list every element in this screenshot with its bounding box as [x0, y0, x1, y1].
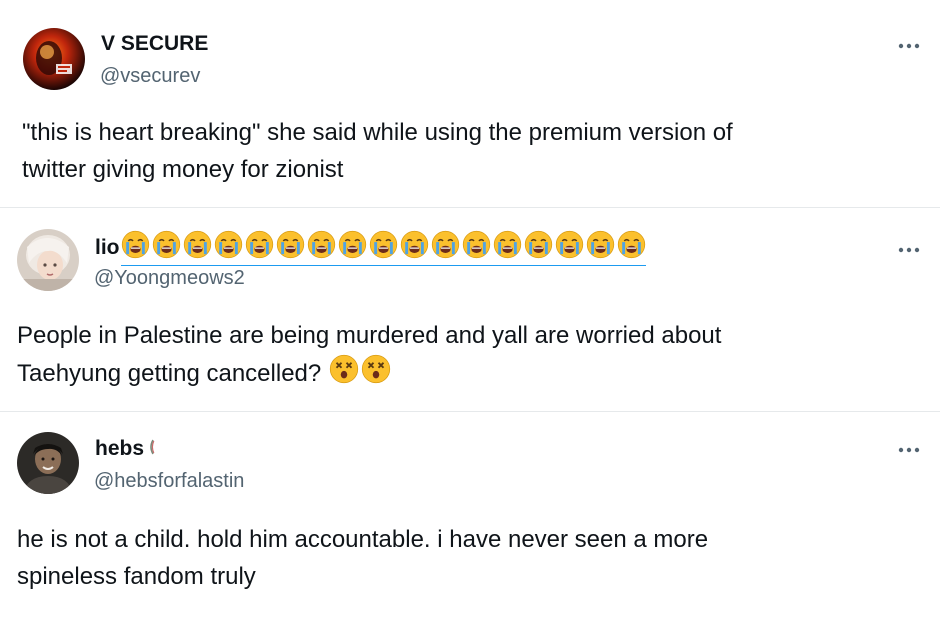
loudly-crying-face-icon — [555, 230, 584, 264]
loudly-crying-face-icon — [214, 230, 243, 264]
display-name[interactable]: V SECURE — [101, 31, 208, 57]
user-handle[interactable]: @vsecurev — [100, 64, 200, 88]
more-options-icon[interactable] — [896, 39, 922, 53]
display-name[interactable]: hebs — [95, 436, 144, 462]
more-options-icon[interactable] — [896, 443, 922, 457]
more-options-icon[interactable] — [896, 243, 922, 257]
loudly-crying-face-icon — [617, 230, 646, 264]
loudly-crying-face-icon — [431, 230, 460, 264]
tweet-text-line: "this is heart breaking" she said while … — [22, 119, 733, 146]
avatar[interactable] — [17, 432, 79, 494]
loudly-crying-face-icon — [121, 230, 150, 264]
loudly-crying-face-icon — [524, 230, 553, 264]
watermelon-slice-icon — [149, 439, 155, 460]
avatar[interactable] — [23, 28, 85, 90]
tweet-text: People in Palestine are being murdered a… — [17, 317, 897, 395]
avatar[interactable] — [17, 229, 79, 291]
tweet-text: "this is heart breaking" she said while … — [22, 114, 902, 188]
tweet-text-line: People in Palestine are being murdered a… — [17, 322, 722, 349]
profile-image — [17, 432, 79, 494]
loudly-crying-face-icon — [338, 230, 367, 264]
name-emoji-row — [120, 230, 646, 266]
user-handle[interactable]: @Yoongmeows2 — [94, 266, 245, 290]
loudly-crying-face-icon — [400, 230, 429, 264]
display-name-row[interactable]: lio — [95, 230, 646, 266]
tweet-2[interactable]: lio @Yoongmeows2 People in Palestine are… — [0, 208, 940, 411]
loudly-crying-face-icon — [462, 230, 491, 264]
profile-image — [17, 229, 79, 291]
tweet-text-line: Taehyung getting cancelled? — [17, 359, 322, 387]
trailing-emoji-row — [329, 354, 391, 395]
loudly-crying-face-icon — [586, 230, 615, 264]
loudly-crying-face-icon — [183, 230, 212, 264]
display-name[interactable]: lio — [95, 235, 120, 261]
loudly-crying-face-icon — [493, 230, 522, 264]
loudly-crying-face-icon — [369, 230, 398, 264]
tweet-text-line-with-emoji: Taehyung getting cancelled? — [17, 354, 897, 395]
tweet-text: he is not a child. hold him accountable.… — [17, 521, 897, 595]
tweet-text-line: twitter giving money for zionist — [22, 156, 344, 183]
loudly-crying-face-icon — [276, 230, 305, 264]
loudly-crying-face-icon — [245, 230, 274, 264]
tweet-3[interactable]: hebs @hebsforfalastin he is not a child.… — [0, 412, 940, 627]
profile-image — [23, 28, 85, 90]
tweet-1[interactable]: V SECURE @vsecurev "this is heart breaki… — [0, 0, 940, 207]
tweet-text-line: spineless fandom truly — [17, 563, 256, 590]
user-handle[interactable]: @hebsforfalastin — [94, 469, 244, 493]
dizzy-face-icon — [329, 354, 359, 395]
loudly-crying-face-icon — [152, 230, 181, 264]
display-name-row[interactable]: hebs — [95, 436, 155, 462]
loudly-crying-face-icon — [307, 230, 336, 264]
tweet-text-line: he is not a child. hold him accountable.… — [17, 526, 709, 553]
dizzy-face-icon — [361, 354, 391, 395]
